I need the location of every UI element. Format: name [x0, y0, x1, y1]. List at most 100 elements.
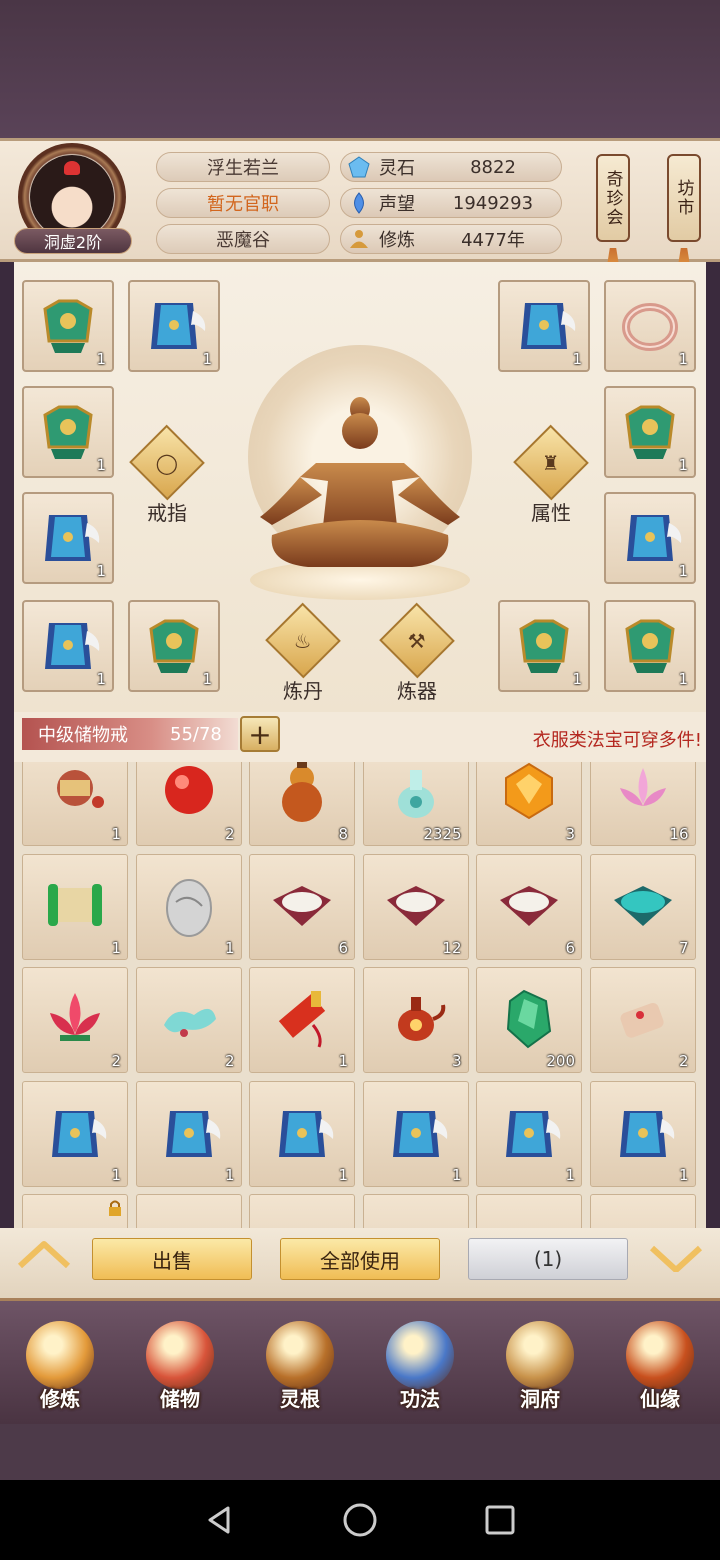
inventory-item[interactable]: 1 [22, 1080, 128, 1187]
green-crystal-icon [506, 989, 552, 1049]
equipment-slot[interactable]: 1 [498, 280, 590, 372]
use-all-button[interactable]: 全部使用 [280, 1238, 440, 1280]
inventory-item[interactable]: 1 [135, 853, 242, 960]
inventory-empty-slot[interactable] [135, 1194, 242, 1228]
equipment-slot[interactable]: 1 [22, 386, 114, 478]
inventory-item[interactable]: 1 [249, 1080, 355, 1187]
inventory-item[interactable]: 2 [135, 967, 242, 1073]
amber-gem-icon [505, 762, 553, 820]
sell-button[interactable]: 出售 [92, 1238, 252, 1280]
item-count: 1 [96, 350, 106, 368]
scroll-up-arrow-icon[interactable] [16, 1240, 72, 1268]
avatar[interactable] [30, 155, 114, 239]
ring-icon: ◯ [129, 424, 205, 501]
treasure-fair-button[interactable]: 奇珍会 [596, 154, 630, 242]
inventory-empty-slot[interactable] [22, 1194, 128, 1228]
recents-button[interactable] [480, 1500, 520, 1540]
inventory-item[interactable]: 12 [362, 853, 469, 960]
nav-label: 灵根 [280, 1387, 320, 1411]
equipment-slot[interactable]: 1 [604, 492, 696, 584]
inventory-empty-slot[interactable] [476, 1194, 582, 1228]
inventory-item[interactable]: 2325 [362, 762, 469, 846]
inventory-item[interactable]: 3 [476, 762, 582, 846]
expand-storage-button[interactable]: + [240, 716, 280, 752]
cultivation-icon [350, 230, 368, 248]
nav-item-spirit-root[interactable]: 灵根 [250, 1321, 350, 1433]
equipment-slot[interactable]: 1 [498, 600, 590, 692]
forging-button[interactable]: ⚒ 炼器 [379, 602, 455, 704]
winged-robe-icon [52, 1110, 107, 1157]
market-button[interactable]: 坊市 [667, 154, 701, 242]
inventory-item[interactable]: 3 [362, 967, 469, 1073]
nav-item-storage-bag[interactable]: 储物 [130, 1321, 230, 1433]
item-count: 1 [678, 670, 688, 688]
inventory-item[interactable]: 1 [589, 1080, 696, 1187]
stat-label: 修炼 [379, 230, 415, 251]
nav-item-cultivation-nav[interactable]: 修炼 [10, 1321, 110, 1433]
inventory-empty-slot[interactable] [362, 1194, 469, 1228]
equipment-slot[interactable]: 1 [604, 280, 696, 372]
item-count: 1 [678, 350, 688, 368]
scroll-down-arrow-icon[interactable] [648, 1244, 704, 1272]
equipment-slot[interactable]: 1 [22, 492, 114, 584]
alchemy-button[interactable]: ♨ 炼丹 [265, 602, 341, 704]
equipment-slot[interactable]: 1 [128, 280, 220, 372]
ring-button[interactable]: ◯ 戒指 [129, 424, 205, 526]
nav-item-technique-book[interactable]: 功法 [370, 1321, 470, 1433]
lock-icon [109, 1200, 121, 1216]
inventory-item[interactable]: 6 [249, 853, 355, 960]
cultivation-row: 修炼 4477年 [340, 224, 562, 254]
nav-label: 功法 [400, 1387, 440, 1411]
attributes-button[interactable]: ♜ 属性 [513, 424, 589, 526]
cultivation-stage-badge: 洞虚2阶 [14, 228, 132, 254]
spirit-stone-row: 灵石 8822 [340, 152, 562, 182]
inventory-item[interactable]: 2 [135, 762, 242, 846]
storage-ring-tab[interactable]: 中级储物戒 55/78 [22, 718, 238, 750]
item-count: 16 [669, 825, 689, 843]
inventory-item[interactable]: 1 [22, 762, 128, 846]
drum-pouch-icon [57, 770, 104, 808]
inventory-empty-slot[interactable] [249, 1194, 355, 1228]
inventory-item[interactable]: 7 [589, 853, 696, 960]
teapot-icon [397, 997, 445, 1041]
meditating-figure-icon [260, 397, 460, 567]
inventory-item[interactable]: 1 [476, 1080, 582, 1187]
inventory-item[interactable]: 1 [249, 967, 355, 1073]
inventory-item[interactable]: 16 [589, 762, 696, 846]
nav-item-cave-abode[interactable]: 洞府 [490, 1321, 590, 1433]
selected-count-button[interactable]: (1) [468, 1238, 628, 1280]
inventory-item[interactable]: 1 [135, 1080, 242, 1187]
inventory-item[interactable]: 6 [476, 853, 582, 960]
item-count: 2 [224, 825, 235, 843]
inventory-item[interactable]: 2 [589, 967, 696, 1073]
official-rank[interactable]: 暂无官职 [156, 188, 330, 218]
home-button[interactable] [340, 1500, 380, 1540]
equipment-slot[interactable]: 1 [604, 600, 696, 692]
equipment-slot[interactable]: 1 [22, 280, 114, 372]
inventory-empty-slot[interactable] [589, 1194, 696, 1228]
inventory-item[interactable]: 1 [22, 853, 128, 960]
winged-robe-icon [279, 1110, 334, 1157]
cauldron-icon: ♨ [265, 602, 341, 679]
white-rice-tray-icon [500, 885, 558, 926]
inventory-item[interactable]: 1 [362, 1080, 469, 1187]
item-count: 1 [338, 1052, 348, 1070]
item-count: 1 [111, 1165, 121, 1184]
spirit-root-icon [266, 1321, 334, 1389]
inventory-item[interactable]: 8 [249, 762, 355, 846]
jade-armor-icon [625, 619, 675, 673]
system-nav-bar [0, 1480, 720, 1560]
back-button[interactable] [200, 1500, 240, 1540]
inventory-item[interactable]: 200 [476, 967, 582, 1073]
equipment-slot[interactable]: 1 [128, 600, 220, 692]
nav-label: 洞府 [520, 1387, 560, 1411]
item-count: 1 [224, 938, 235, 957]
item-count: 1 [111, 938, 121, 957]
nav-item-immortal-fate[interactable]: 仙缘 [610, 1321, 710, 1433]
inventory-item[interactable]: 2 [22, 967, 128, 1073]
attributes-icon: ♜ [513, 424, 589, 501]
equipment-slot[interactable]: 1 [22, 600, 114, 692]
equipment-slot[interactable]: 1 [604, 386, 696, 478]
storage-ring-name: 中级储物戒 [38, 725, 128, 746]
cave-abode-icon [506, 1321, 574, 1389]
